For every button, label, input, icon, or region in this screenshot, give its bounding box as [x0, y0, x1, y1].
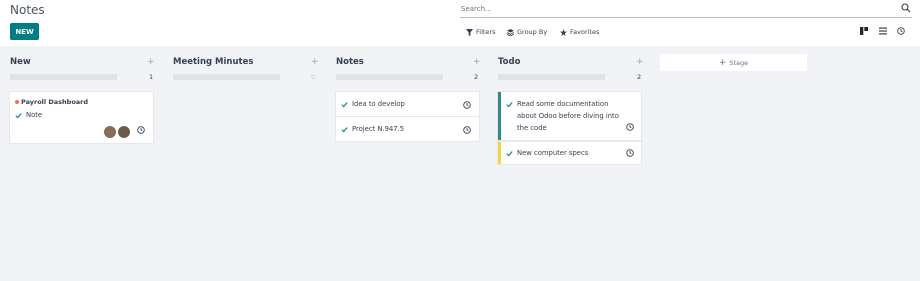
clock-icon[interactable] — [626, 149, 634, 157]
add-card-notes-button[interactable]: + — [473, 57, 481, 67]
column-count-notes: 2 — [474, 73, 479, 81]
list-view-button[interactable] — [878, 26, 888, 36]
breadcrumb-title: Notes — [10, 3, 45, 17]
column-title-meeting-minutes[interactable]: Meeting Minutes — [173, 57, 253, 67]
group-by-dropdown[interactable]: Group By — [507, 28, 547, 36]
card-text: Idea to develop — [352, 100, 405, 108]
filter-icon — [466, 28, 473, 36]
favorites-dropdown[interactable]: Favorites — [560, 28, 599, 36]
card-text-line-2: about Odoo before diving into — [517, 112, 619, 120]
clock-icon[interactable] — [463, 101, 471, 109]
card-subtitle: Note — [26, 111, 43, 119]
add-card-meeting-minutes-button[interactable]: + — [311, 57, 319, 67]
card-text: New computer specs — [517, 149, 589, 157]
clock-icon[interactable] — [463, 126, 471, 134]
kanban-card-idea[interactable]: Idea to develop — [336, 92, 479, 116]
add-card-new-button[interactable]: + — [147, 57, 155, 67]
favorites-label: Favorites — [570, 28, 600, 36]
add-card-todo-button[interactable]: + — [636, 57, 644, 67]
star-icon — [560, 28, 567, 36]
card-text-line-1: Read some documentation — [517, 100, 609, 108]
avatar — [103, 125, 117, 139]
kanban-card-project[interactable]: Project N.947.5 — [336, 117, 479, 141]
card-text: Project N.947.5 — [352, 125, 405, 133]
progress-bar-meeting-minutes — [173, 74, 280, 80]
filters-label: Filters — [476, 28, 496, 36]
progress-bar-new — [10, 74, 117, 80]
column-title-todo[interactable]: Todo — [498, 57, 520, 67]
search-icon[interactable] — [901, 3, 911, 13]
add-stage-button[interactable]: + Stage — [660, 54, 807, 71]
check-icon[interactable] — [341, 126, 348, 133]
list-icon — [879, 27, 887, 35]
kanban-card-specs[interactable]: New computer specs — [498, 142, 641, 164]
clock-icon[interactable] — [626, 123, 634, 131]
layers-icon — [507, 28, 514, 36]
progress-bar-notes — [336, 74, 443, 80]
search-bar — [460, 2, 912, 18]
activity-view-button[interactable] — [896, 26, 906, 36]
group-by-label: Group By — [517, 28, 548, 36]
column-count-new: 1 — [149, 73, 154, 81]
plus-icon: + — [718, 57, 727, 68]
column-count-todo: 2 — [637, 73, 642, 81]
progress-bar-todo — [498, 74, 605, 80]
avatar — [117, 125, 131, 139]
add-stage-label: Stage — [729, 58, 749, 67]
clock-icon[interactable] — [137, 126, 145, 134]
color-dot-icon — [15, 100, 19, 104]
kanban-view-button[interactable] — [859, 26, 869, 36]
check-icon[interactable] — [506, 150, 513, 157]
card-title: Payroll Dashboard — [21, 98, 89, 106]
card-text-line-3: the code — [517, 124, 547, 132]
check-icon[interactable] — [341, 101, 348, 108]
column-title-notes[interactable]: Notes — [336, 57, 364, 67]
kanban-card-documentation[interactable]: Read some documentation about Odoo befor… — [498, 92, 641, 140]
control-panel: Notes NEW Filters Group By Favorites — [0, 0, 920, 46]
check-icon[interactable] — [15, 112, 22, 119]
check-icon[interactable] — [506, 101, 513, 108]
filters-dropdown[interactable]: Filters — [466, 28, 495, 36]
search-input[interactable] — [460, 2, 891, 16]
activity-icon — [897, 27, 905, 35]
new-button[interactable]: NEW — [10, 23, 39, 40]
kanban-card-payroll[interactable]: Payroll Dashboard Note — [10, 92, 153, 143]
kanban-icon — [860, 27, 868, 35]
column-title-new[interactable]: New — [10, 57, 31, 67]
column-count-meeting-minutes: 0 — [311, 73, 316, 81]
